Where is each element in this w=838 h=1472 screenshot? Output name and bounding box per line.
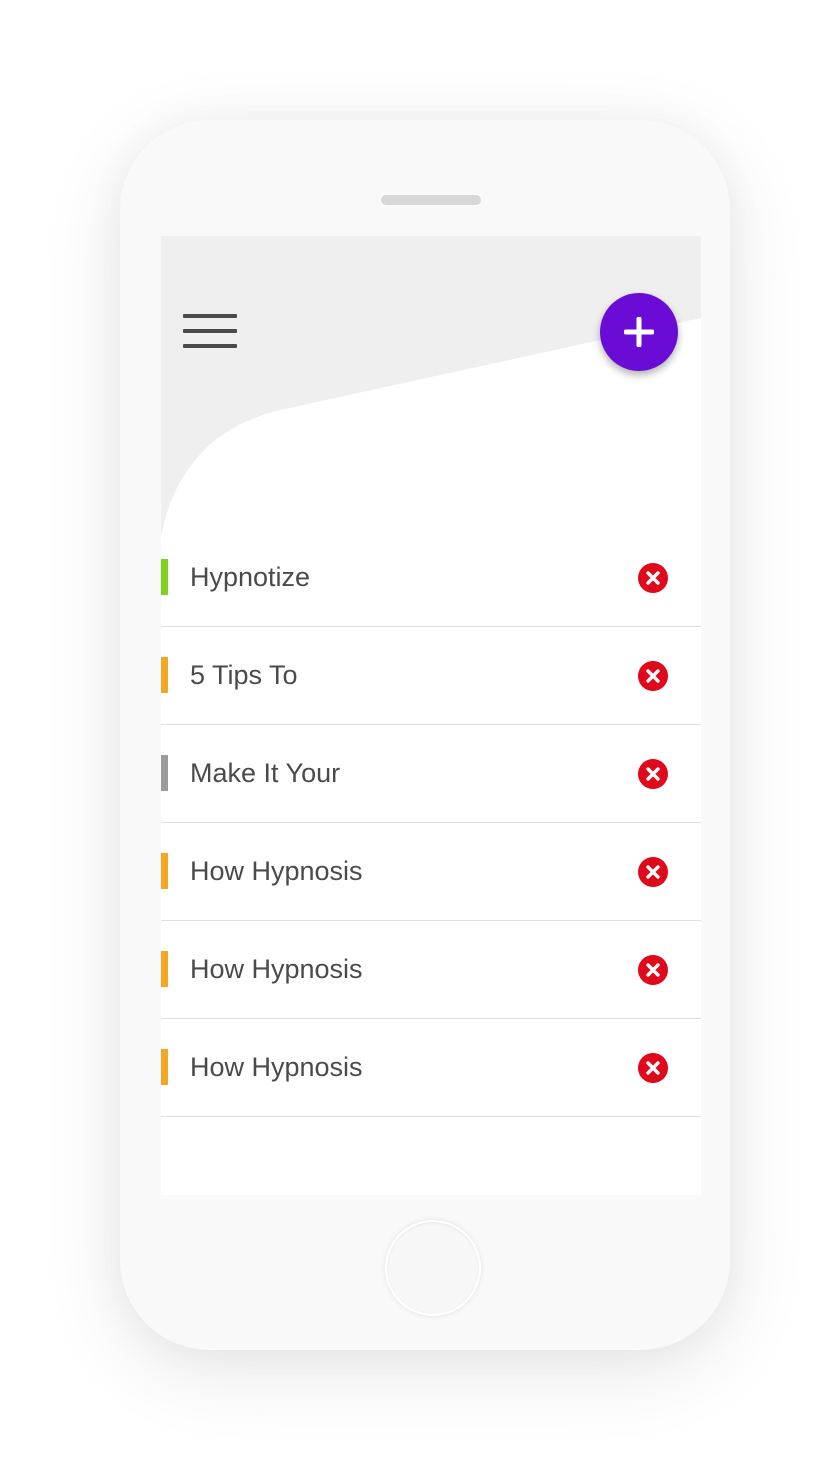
delete-button[interactable] — [638, 857, 668, 887]
device-mockup: Hypnotize 5 Tips To Make It Your How Hypnos… — [0, 0, 838, 1472]
list-item-title: Hypnotize — [190, 562, 311, 592]
status-indicator — [161, 951, 168, 987]
app-screen: Hypnotize 5 Tips To Make It Your How Hypnos… — [161, 236, 701, 1195]
list-item-title: Make It Your — [190, 758, 341, 788]
list-item[interactable]: How Hypnosis — [161, 1019, 701, 1117]
list-item-title: How Hypnosis — [190, 954, 363, 984]
plus-icon — [624, 317, 654, 347]
close-circle-icon — [638, 955, 668, 985]
add-button[interactable] — [600, 293, 678, 371]
status-indicator — [161, 1049, 168, 1085]
list-item[interactable]: Make It Your — [161, 725, 701, 823]
close-circle-icon — [638, 857, 668, 887]
close-circle-icon — [638, 1053, 668, 1083]
home-button[interactable] — [385, 1220, 481, 1316]
phone-speaker — [381, 195, 481, 205]
close-circle-icon — [638, 759, 668, 789]
list-item[interactable]: How Hypnosis — [161, 921, 701, 1019]
status-indicator — [161, 853, 168, 889]
list-item[interactable]: 5 Tips To — [161, 627, 701, 725]
menu-button[interactable] — [183, 314, 237, 350]
delete-button[interactable] — [638, 1053, 668, 1083]
status-indicator — [161, 559, 168, 595]
delete-button[interactable] — [638, 955, 668, 985]
list-item[interactable]: Hypnotize — [161, 529, 701, 627]
list-item-title: 5 Tips To — [190, 660, 298, 690]
delete-button[interactable] — [638, 759, 668, 789]
item-list: Hypnotize 5 Tips To Make It Your How Hypnos… — [161, 529, 701, 1117]
status-indicator — [161, 755, 168, 791]
list-item[interactable]: How Hypnosis — [161, 823, 701, 921]
delete-button[interactable] — [638, 563, 668, 593]
close-circle-icon — [638, 661, 668, 691]
status-indicator — [161, 657, 168, 693]
delete-button[interactable] — [638, 661, 668, 691]
list-item-title: How Hypnosis — [190, 1052, 363, 1082]
list-item-title: How Hypnosis — [190, 856, 363, 886]
header-background — [161, 236, 701, 536]
hamburger-menu-icon — [183, 314, 237, 318]
close-circle-icon — [638, 563, 668, 593]
